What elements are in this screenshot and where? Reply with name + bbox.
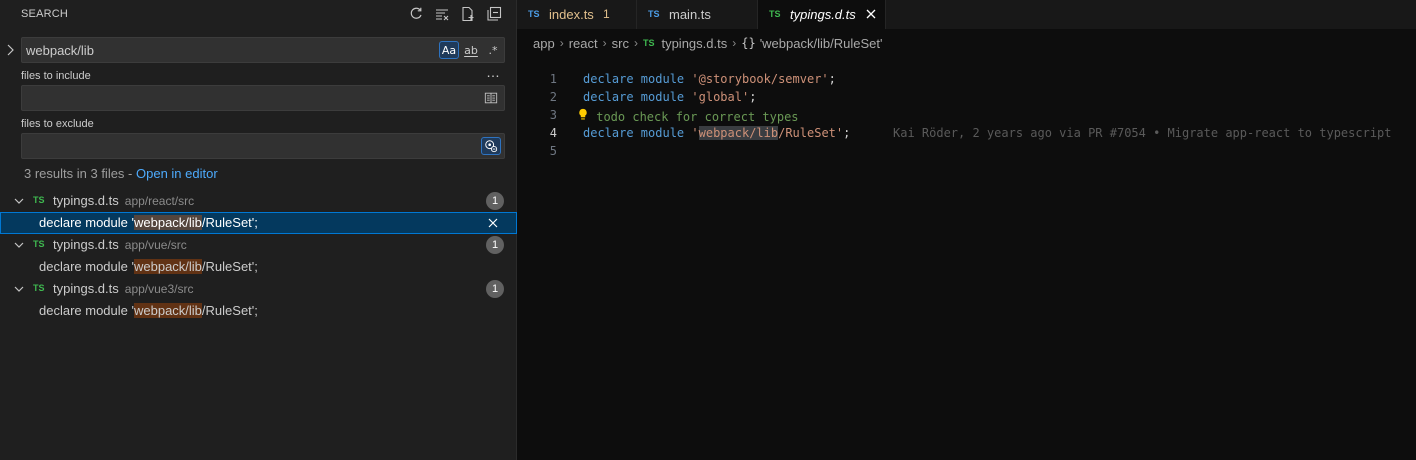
results-summary-text: 3 results in 3 files - [24,166,136,181]
result-file-row[interactable]: TS typings.d.ts app/react/src 1 [0,190,517,212]
close-icon[interactable] [865,8,877,20]
result-file-path: app/vue3/src [124,282,194,296]
code-line[interactable]: 2 declare module 'global'; [517,88,1416,106]
typescript-file-icon: TS [642,38,655,48]
collapse-all-icon[interactable] [485,5,503,23]
git-blame-annotation: Kai Röder, 2 years ago via PR #7054 • Mi… [893,126,1392,140]
result-match-text: declare module 'webpack/lib/RuleSet'; [39,259,258,274]
chevron-down-icon[interactable] [13,239,25,251]
result-file-path: app/react/src [124,194,195,208]
typescript-file-icon: TS [33,283,45,293]
breadcrumb-symbol[interactable]: 'webpack/lib/RuleSet' [760,36,883,51]
typescript-file-icon: TS [33,195,45,205]
typescript-file-icon: TS [769,9,781,19]
result-count-badge: 1 [486,236,504,254]
line-number: 4 [549,126,557,140]
search-input[interactable]: webpack/lib [26,43,94,58]
problem-count-badge: 1 [603,7,610,21]
use-exclude-settings-icon[interactable] [481,137,501,155]
line-number: 5 [549,144,557,158]
code-line[interactable]: 4 declare module 'webpack/lib/RuleSet'; … [517,124,1416,142]
chevron-right-icon: › [559,36,564,50]
breadcrumb-item[interactable]: src [612,36,629,51]
chevron-down-icon[interactable] [13,283,25,295]
toggle-replace-chevron-icon[interactable] [5,42,17,58]
match-whole-word-toggle[interactable]: ab [461,41,481,59]
search-input-box[interactable]: webpack/lib Aa ab .* [21,37,505,63]
tab-typings-d-ts[interactable]: TS typings.d.ts [758,0,886,29]
match-case-toggle[interactable]: Aa [439,41,459,59]
breadcrumb-item[interactable]: react [569,36,598,51]
result-match-row[interactable]: declare module 'webpack/lib/RuleSet'; [0,212,517,234]
line-number: 3 [549,108,557,122]
search-match-highlight: webpack/lib [698,126,779,140]
code-line[interactable]: 1 declare module '@storybook/semver'; [517,70,1416,88]
line-number: 2 [549,90,557,104]
results-summary: 3 results in 3 files - Open in editor [24,166,218,181]
search-open-editors-icon[interactable] [481,89,501,107]
breadcrumb: app › react › src › TS typings.d.ts › {}… [533,35,882,51]
breadcrumb-file[interactable]: typings.d.ts [661,36,727,51]
sidebar-actions [407,5,503,23]
tab-label: typings.d.ts [790,7,856,22]
files-to-exclude-box[interactable] [21,133,505,159]
line-content: declare module 'webpack/lib/RuleSet'; [583,126,851,140]
use-regex-toggle[interactable]: .* [483,41,503,59]
editor-area: TS index.ts 1 TS main.ts TS typings.d.ts… [517,0,1416,460]
result-file-row[interactable]: TS typings.d.ts app/vue3/src 1 [0,278,517,300]
tab-main-ts[interactable]: TS main.ts [637,0,758,29]
editor-tab-bar: TS index.ts 1 TS main.ts TS typings.d.ts [517,0,1416,29]
result-file-path: app/vue/src [124,238,187,252]
dismiss-result-icon[interactable] [486,216,500,230]
sidebar-header: SEARCH [0,0,517,28]
result-file-name: typings.d.ts app/vue/src [53,237,187,252]
result-match-text: declare module 'webpack/lib/RuleSet'; [39,303,258,318]
breadcrumb-item[interactable]: app [533,36,555,51]
module-symbol-icon: {} [741,36,756,50]
chevron-right-icon: › [633,36,638,50]
result-match-text: declare module 'webpack/lib/RuleSet'; [39,215,258,230]
chevron-down-icon[interactable] [13,195,25,207]
tab-label: main.ts [669,7,711,22]
typescript-file-icon: TS [33,239,45,249]
files-to-include-box[interactable] [21,85,505,111]
line-content: declare module 'global'; [583,90,757,104]
result-file-name: typings.d.ts app/vue3/src [53,281,194,296]
files-to-exclude-input[interactable] [26,138,466,154]
line-content: todo check for correct types [577,108,799,124]
files-to-include-input[interactable] [26,90,466,106]
toggle-search-details-icon[interactable]: … [486,64,501,80]
code-line[interactable]: 3 todo check for correct types [517,106,1416,124]
result-count-badge: 1 [486,192,504,210]
lightbulb-icon[interactable] [577,108,589,124]
code-line[interactable]: 5 [517,142,1416,160]
files-to-exclude-label: files to exclude [21,118,94,130]
new-search-editor-icon[interactable] [459,5,477,23]
line-number: 1 [549,72,557,86]
clear-results-icon[interactable] [433,5,451,23]
result-match-row[interactable]: declare module 'webpack/lib/RuleSet'; [0,256,517,278]
typescript-file-icon: TS [648,9,660,19]
sidebar-title: SEARCH [21,8,69,20]
typescript-file-icon: TS [528,9,540,19]
refresh-icon[interactable] [407,5,425,23]
tab-label: index.ts [549,7,594,22]
line-content: declare module '@storybook/semver'; [583,72,836,86]
result-file-name: typings.d.ts app/react/src [53,193,195,208]
chevron-right-icon: › [732,36,737,50]
files-to-include-label: files to include [21,70,91,82]
open-in-editor-link[interactable]: Open in editor [136,166,218,181]
result-count-badge: 1 [486,280,504,298]
result-file-row[interactable]: TS typings.d.ts app/vue/src 1 [0,234,517,256]
chevron-right-icon: › [602,36,607,50]
tab-index-ts[interactable]: TS index.ts 1 [517,0,637,29]
result-match-row[interactable]: declare module 'webpack/lib/RuleSet'; [0,300,517,322]
search-sidebar: SEARCH webpack/lib Aa ab .* … files to i… [0,0,517,460]
